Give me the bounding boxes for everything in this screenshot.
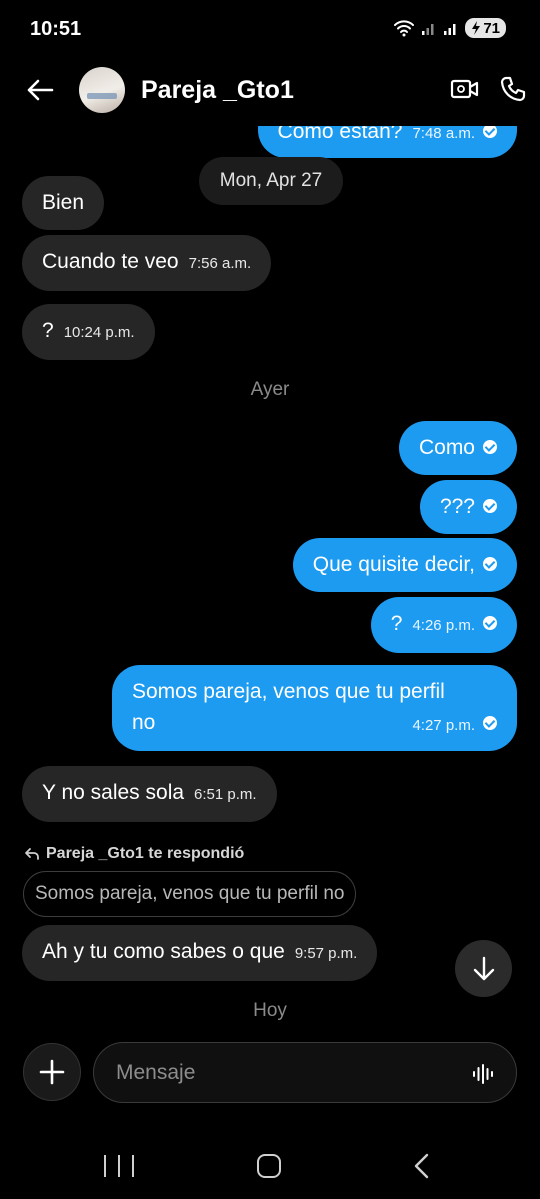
recent-apps-button[interactable] <box>104 1155 134 1181</box>
back-arrow-icon <box>27 79 54 101</box>
recent-apps-icon <box>104 1155 106 1177</box>
reply-arrow-icon <box>25 848 39 860</box>
message-bubble-incoming[interactable]: Ah y tu como sabes o que 9:57 p.m. <box>22 925 378 981</box>
status-bar: 10:51 71 <box>0 0 540 60</box>
message-text: Y no sales sola <box>42 781 185 804</box>
message-bubble-outgoing[interactable]: Que quisite decir, <box>292 538 517 592</box>
message-input[interactable] <box>116 1060 446 1085</box>
contact-name[interactable]: Pareja _Gto1 <box>141 76 294 105</box>
status-time: 10:51 <box>30 18 82 40</box>
battery-level: 71 <box>483 19 500 37</box>
nav-back-icon[interactable] <box>408 1152 436 1180</box>
video-call-button[interactable] <box>448 72 482 106</box>
message-bubble-incoming[interactable]: Bien <box>22 176 105 230</box>
message-text: ? <box>42 319 54 342</box>
system-nav-bar <box>0 1140 540 1199</box>
message-time: 10:24 p.m. <box>63 324 135 341</box>
message-time: 7:56 a.m. <box>188 255 252 272</box>
read-check-icon <box>483 616 497 631</box>
date-divider: Ayer <box>250 379 290 400</box>
message-time: 4:27 p.m. <box>412 717 475 734</box>
home-button[interactable] <box>257 1154 281 1178</box>
read-check-icon <box>483 499 497 514</box>
chat-header: Pareja _Gto1 <box>0 60 540 126</box>
date-divider: Hoy <box>253 1000 287 1021</box>
reply-indicator: Pareja _Gto1 te respondió <box>24 845 244 863</box>
read-check-icon <box>483 716 497 731</box>
date-separator: Mon, Apr 27 <box>199 157 343 205</box>
message-text: ? <box>390 612 403 635</box>
charging-bolt-icon <box>472 21 481 35</box>
message-bubble-outgoing[interactable]: ? 4:26 p.m. <box>370 597 517 653</box>
message-bubble-incoming[interactable]: ? 10:24 p.m. <box>22 304 155 360</box>
message-text: Que quisite decir, <box>312 553 475 576</box>
message-time: 7:48 a.m. <box>412 125 475 142</box>
plus-icon <box>39 1059 65 1085</box>
wifi-icon <box>394 20 415 37</box>
message-time: 9:57 p.m. <box>294 945 358 962</box>
phone-icon <box>500 76 526 102</box>
message-text: Cuando te veo <box>42 250 179 273</box>
message-time: 4:26 p.m. <box>412 617 475 634</box>
message-text-line: no <box>132 711 156 734</box>
message-text-line: Somos pareja, venos que tu perfil <box>132 680 445 703</box>
read-check-icon <box>483 557 497 572</box>
message-bubble-outgoing[interactable]: ??? <box>419 480 517 534</box>
scroll-to-bottom-button[interactable] <box>455 940 512 997</box>
voice-wave-icon <box>473 1064 493 1084</box>
message-time: 6:51 p.m. <box>194 786 257 803</box>
avatar[interactable] <box>79 67 125 113</box>
message-bubble-incoming[interactable]: Cuando te veo 7:56 a.m. <box>22 235 272 291</box>
message-bubble-outgoing[interactable]: Somos pareja, venos que tu perfil no 4:2… <box>112 665 517 751</box>
phone-call-button[interactable] <box>496 72 530 106</box>
read-check-icon <box>483 440 497 455</box>
battery-indicator: 71 <box>465 18 506 38</box>
message-composer <box>93 1042 517 1103</box>
reply-label: Pareja _Gto1 te respondió <box>46 845 245 862</box>
quoted-message[interactable]: Somos pareja, venos que tu perfil no <box>23 871 357 917</box>
message-text: Ah y tu como sabes o que <box>42 940 285 963</box>
status-icons: 71 <box>393 18 506 38</box>
video-call-icon <box>450 79 479 99</box>
voice-message-button[interactable] <box>470 1061 496 1087</box>
message-text: ??? <box>439 495 475 518</box>
back-button[interactable] <box>22 72 58 108</box>
signal-icon <box>444 24 456 35</box>
signal-icon <box>422 24 434 35</box>
message-text: Como <box>418 436 475 459</box>
message-bubble-outgoing[interactable]: Como <box>398 421 517 475</box>
add-attachment-button[interactable] <box>23 1043 81 1101</box>
chat-area: Como estan? 7:48 a.m. Mon, Apr 27 Bien Cu… <box>0 0 540 1199</box>
read-check-icon <box>483 124 497 139</box>
message-text: Bien <box>42 191 85 214</box>
arrow-down-icon <box>473 956 494 980</box>
message-bubble-incoming[interactable]: Y no sales sola 6:51 p.m. <box>22 766 277 822</box>
